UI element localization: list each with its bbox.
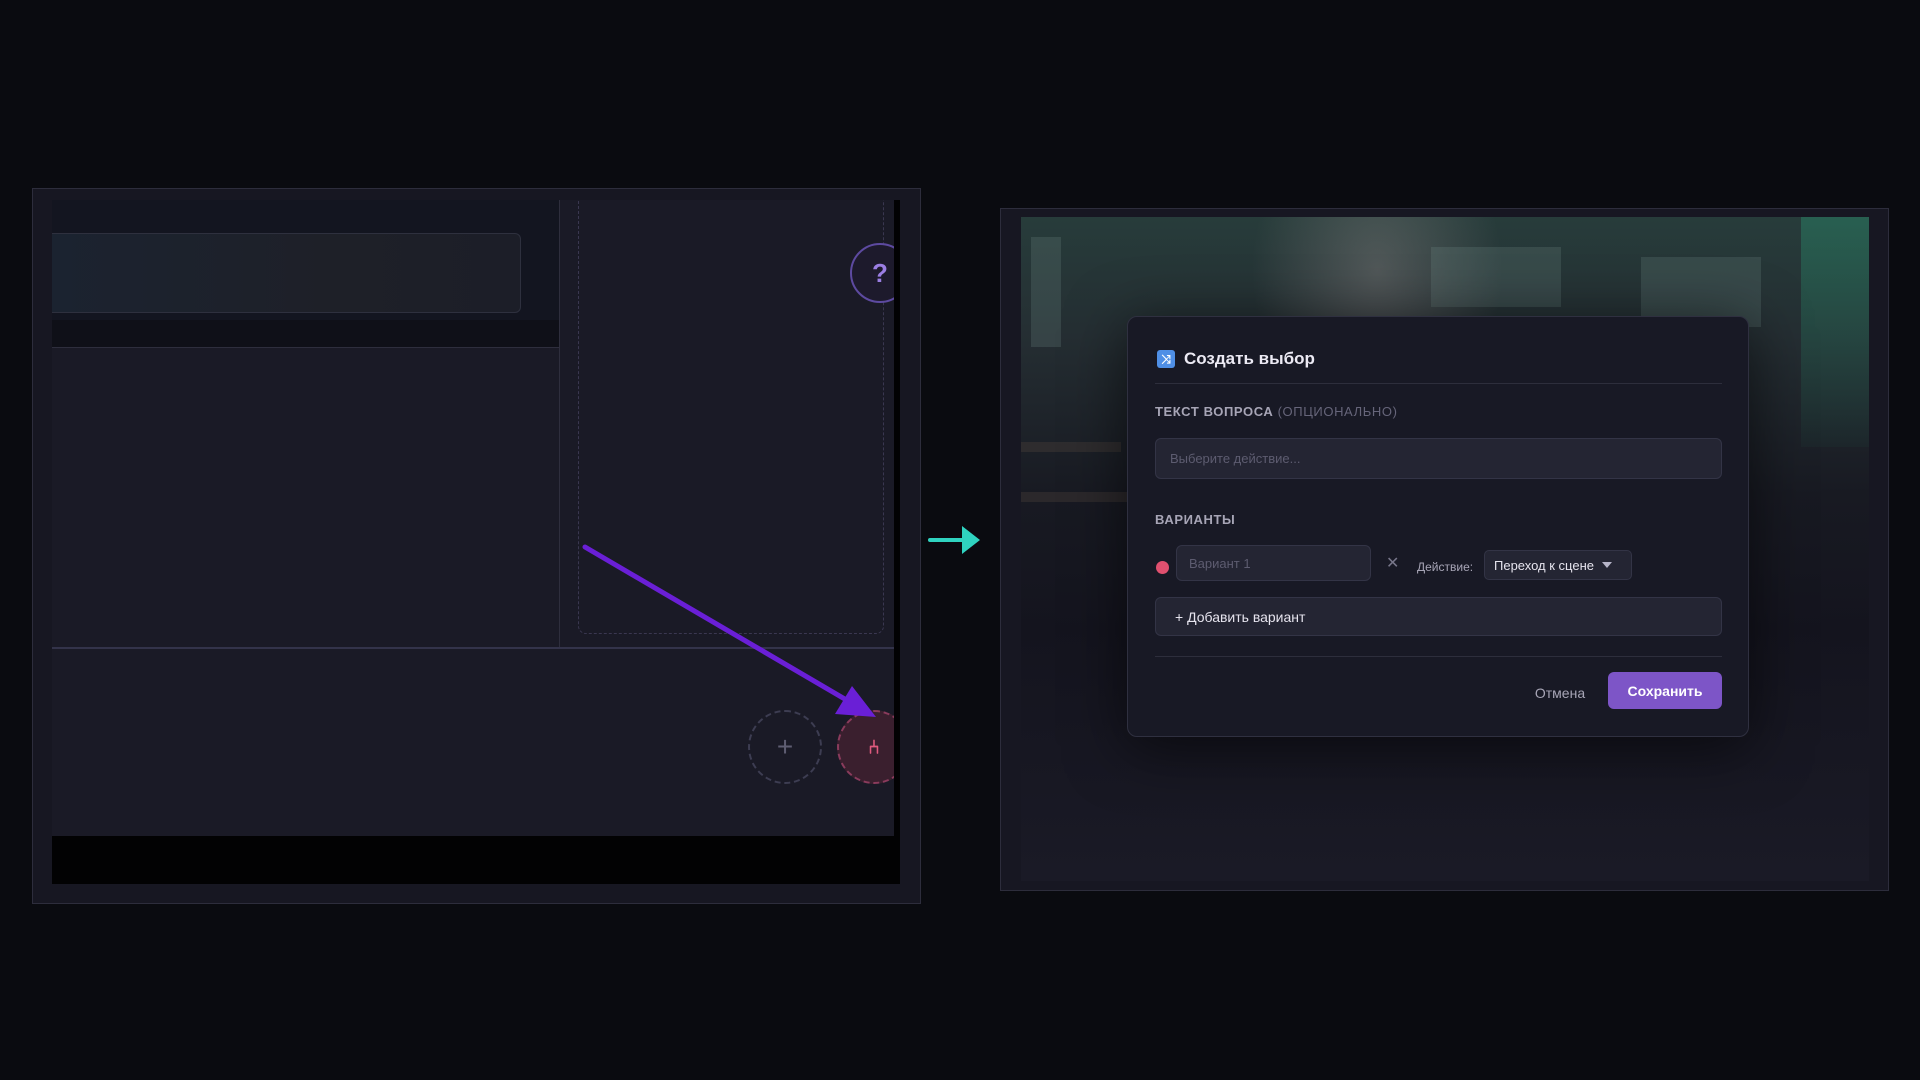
chevron-down-icon	[1601, 562, 1612, 568]
modal-title: Создать выбор	[1184, 349, 1315, 368]
remove-option-icon[interactable]: ✕	[1386, 553, 1399, 572]
right-preview-panel: ⤨ Создать выбор ТЕКСТ ВОПРОСА (ОПЦИОНАЛЬ…	[1000, 208, 1889, 891]
background-desk	[1021, 442, 1121, 452]
header-divider	[1155, 383, 1722, 384]
add-option-button[interactable]: + Добавить вариант	[1155, 597, 1722, 636]
left-editor-panel: ? + ⑃	[32, 188, 921, 904]
save-button[interactable]: Сохранить	[1608, 672, 1722, 709]
background-window	[1431, 247, 1561, 307]
option-1-input[interactable]	[1176, 545, 1371, 581]
scene-background: ⤨ Создать выбор ТЕКСТ ВОПРОСА (ОПЦИОНАЛЬ…	[1021, 217, 1869, 881]
background-desk	[1021, 492, 1131, 502]
optional-hint: (ОПЦИОНАЛЬНО)	[1277, 404, 1398, 419]
shuffle-icon: ⤨	[1157, 350, 1175, 368]
option-color-dot[interactable]	[1156, 561, 1169, 574]
create-choice-modal: ⤨ Создать выбор ТЕКСТ ВОПРОСА (ОПЦИОНАЛЬ…	[1127, 316, 1749, 737]
question-text-label: ТЕКСТ ВОПРОСА (ОПЦИОНАЛЬНО)	[1155, 404, 1398, 419]
background-curtain	[1801, 217, 1869, 447]
editor-canvas: ? + ⑃	[52, 200, 900, 884]
options-label: ВАРИАНТЫ	[1155, 512, 1236, 527]
pointer-arrow	[582, 544, 876, 717]
action-label: Действие:	[1417, 560, 1474, 574]
action-select[interactable]: Переход к сцене	[1484, 550, 1632, 580]
cancel-button[interactable]: Отмена	[1520, 674, 1600, 711]
footer-divider	[1155, 656, 1722, 657]
background-window	[1031, 237, 1061, 347]
modal-header: ⤨ Создать выбор	[1157, 349, 1315, 369]
transition-arrow-icon	[928, 526, 980, 554]
action-select-value: Переход к сцене	[1494, 557, 1594, 573]
question-label-text: ТЕКСТ ВОПРОСА	[1155, 404, 1274, 419]
question-text-input[interactable]	[1155, 438, 1722, 479]
